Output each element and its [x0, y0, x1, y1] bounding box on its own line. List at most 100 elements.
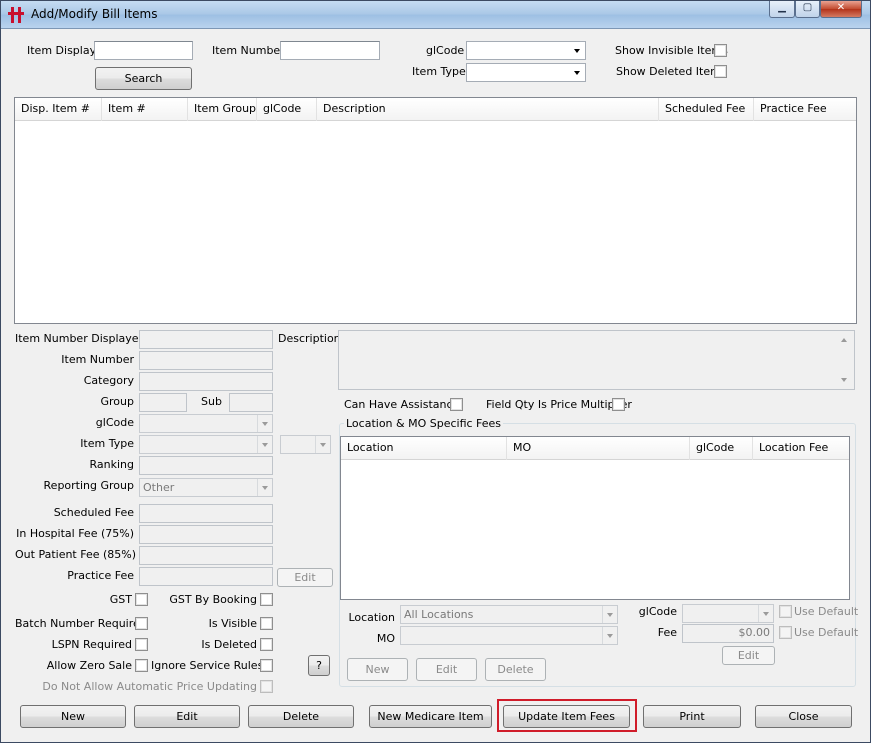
item-number-label: Item Number: [61, 353, 134, 366]
glcode-label: glCode: [95, 416, 134, 429]
ranking-input: [139, 456, 273, 475]
col-mo[interactable]: MO: [507, 437, 690, 460]
gst-by-booking-label: GST By Booking: [169, 593, 257, 606]
update-item-fees-button[interactable]: Update Item Fees: [503, 705, 630, 728]
out-patient-fee-label: Out Patient Fee (85%): [15, 548, 137, 561]
allow-zero-sale-checkbox[interactable]: [135, 659, 148, 672]
item-type-sub-select: [280, 435, 331, 454]
field-qty-label: Field Qty Is Price Multiplier: [486, 398, 632, 411]
is-visible-checkbox[interactable]: [260, 617, 273, 630]
print-button[interactable]: Print: [643, 705, 741, 728]
item-number-displayed-input: [139, 330, 273, 349]
item-display-input[interactable]: [94, 41, 193, 60]
show-invisible-checkbox[interactable]: [714, 44, 727, 57]
mo-label: MO: [376, 632, 395, 645]
col-practice-fee[interactable]: Practice Fee: [754, 98, 856, 121]
ranking-label: Ranking: [89, 458, 135, 471]
col-disp-item[interactable]: Disp. Item #: [15, 98, 102, 121]
chevron-down-icon: [315, 436, 330, 453]
can-have-assistance-checkbox[interactable]: [450, 398, 463, 411]
add-modify-bill-items-window: Add/Modify Bill Items ▁ ▢ ✕ Item Display…: [0, 0, 871, 743]
col-item-number[interactable]: Item #: [102, 98, 188, 121]
col-glcode[interactable]: glCode: [257, 98, 317, 121]
help-button[interactable]: ?: [308, 655, 330, 676]
field-qty-checkbox[interactable]: [612, 398, 625, 411]
close-icon[interactable]: ✕: [820, 1, 862, 18]
item-type-select: [139, 435, 273, 454]
ignore-service-rules-checkbox[interactable]: [260, 659, 273, 672]
chevron-down-icon: [602, 627, 617, 644]
batch-number-required-label: Batch Number Required: [15, 617, 147, 630]
fee-input: $0.00: [682, 624, 774, 643]
allow-zero-sale-label: Allow Zero Sale: [46, 659, 132, 672]
window-title: Add/Modify Bill Items: [31, 7, 158, 21]
gst-by-booking-checkbox[interactable]: [260, 593, 273, 606]
col-location[interactable]: Location: [341, 437, 507, 460]
location-fees-table-header: Location MO glCode Location Fee: [341, 437, 849, 460]
location-delete-button[interactable]: Delete: [485, 658, 546, 681]
col-description[interactable]: Description: [317, 98, 659, 121]
category-input: [139, 372, 273, 391]
item-display-label: Item Display: [27, 44, 97, 57]
is-deleted-label: Is Deleted: [201, 638, 257, 651]
location-glcode-label: glCode: [638, 605, 677, 618]
edit-button[interactable]: Edit: [134, 705, 240, 728]
glcode-search-select[interactable]: [466, 41, 586, 60]
location-value: All Locations: [404, 608, 474, 621]
location-edit-button[interactable]: Edit: [416, 658, 477, 681]
location-new-button[interactable]: New: [347, 658, 408, 681]
show-invisible-label: Show Invisible Items: [615, 44, 728, 57]
description-textarea: [338, 330, 855, 390]
glcode-select: [139, 414, 273, 433]
is-visible-label: Is Visible: [208, 617, 257, 630]
fee-label: Fee: [657, 626, 677, 639]
no-auto-price-checkbox: [260, 680, 273, 693]
item-type-search-select[interactable]: [466, 63, 586, 82]
chevron-down-icon: [257, 436, 272, 453]
location-fee-edit-button[interactable]: Edit: [722, 646, 775, 665]
close-button[interactable]: Close: [755, 705, 852, 728]
col-item-group[interactable]: Item Group: [188, 98, 257, 121]
is-deleted-checkbox[interactable]: [260, 638, 273, 651]
gst-checkbox[interactable]: [135, 593, 148, 606]
item-number-search-input[interactable]: [280, 41, 380, 60]
location-fees-table[interactable]: Location MO glCode Location Fee: [340, 436, 850, 600]
maximize-icon[interactable]: ▢: [795, 1, 820, 18]
col-location-glcode[interactable]: glCode: [690, 437, 753, 460]
item-number-input: [139, 351, 273, 370]
chevron-down-icon: [570, 64, 585, 81]
use-default-fee-label: Use Default: [794, 626, 859, 639]
delete-button[interactable]: Delete: [248, 705, 354, 728]
reporting-group-value: Other: [143, 481, 175, 494]
description-scrollbar[interactable]: [837, 331, 854, 389]
in-hospital-fee-label: In Hospital Fee (75%): [16, 527, 134, 540]
search-button[interactable]: Search: [95, 67, 192, 90]
show-deleted-label: Show Deleted Items: [616, 65, 727, 78]
col-scheduled-fee[interactable]: Scheduled Fee: [659, 98, 754, 121]
description-label: Description: [278, 332, 341, 345]
item-type-search-label: Item Type: [412, 65, 466, 78]
batch-number-required-checkbox[interactable]: [135, 617, 148, 630]
sub-label: Sub: [201, 395, 222, 408]
new-button[interactable]: New: [20, 705, 126, 728]
minimize-icon[interactable]: ▁: [769, 1, 795, 18]
location-select: All Locations: [400, 605, 618, 624]
use-default-glcode-checkbox: [779, 605, 792, 618]
new-medicare-item-button[interactable]: New Medicare Item: [369, 705, 492, 728]
chevron-down-icon: [758, 605, 773, 622]
out-patient-fee-input: [139, 546, 273, 565]
glcode-search-label: glCode: [426, 44, 465, 57]
show-deleted-checkbox[interactable]: [714, 65, 727, 78]
practice-fee-edit-button[interactable]: Edit: [277, 568, 333, 587]
use-default-fee-checkbox: [779, 626, 792, 639]
sub-input: [229, 393, 273, 412]
mo-select: [400, 626, 618, 645]
chevron-down-icon: [257, 479, 272, 496]
location-fees-group-title: Location & MO Specific Fees: [344, 417, 504, 431]
col-location-fee[interactable]: Location Fee: [753, 437, 849, 460]
results-table[interactable]: Disp. Item # Item # Item Group glCode De…: [14, 97, 857, 324]
can-have-assistance-label: Can Have Assistance: [344, 398, 460, 411]
no-auto-price-label: Do Not Allow Automatic Price Updating: [42, 680, 257, 693]
lspn-required-checkbox[interactable]: [135, 638, 148, 651]
ignore-service-rules-label: Ignore Service Rules: [151, 659, 264, 672]
